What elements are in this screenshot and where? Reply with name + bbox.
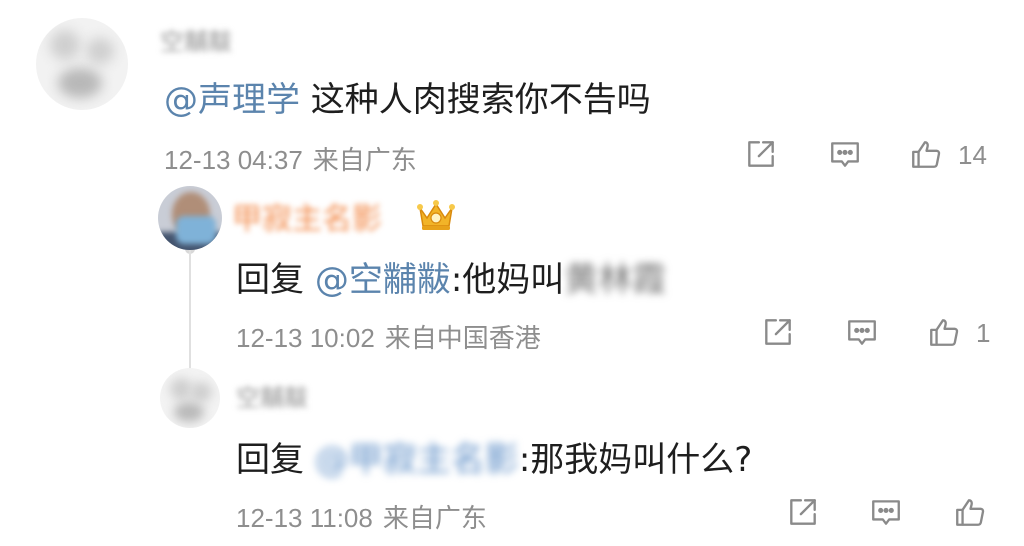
avatar[interactable] — [36, 18, 128, 110]
comment-text: @声理学 这种人肉搜索你不告吗 — [164, 72, 651, 121]
share-icon[interactable] — [758, 312, 798, 352]
mention-link[interactable]: @甲寂主名影 — [315, 432, 519, 481]
blurred-name: 黄林霞 — [564, 260, 667, 300]
reply-meta: 12-13 10:02 来自中国香港 — [236, 318, 541, 355]
location: 来自广东 — [382, 504, 487, 534]
timestamp: 12-13 10:02 — [236, 323, 375, 353]
reply-body: :他妈叫 — [450, 260, 565, 300]
share-icon[interactable] — [741, 134, 781, 174]
comment-body: 这种人肉搜索你不告吗 — [300, 80, 651, 120]
comment-icon[interactable] — [842, 312, 882, 352]
like-button[interactable] — [924, 312, 964, 352]
thread-line — [189, 248, 191, 376]
timestamp: 12-13 04:37 — [164, 145, 303, 175]
avatar[interactable] — [158, 186, 222, 250]
reply-text: 回复 @空黼黻:他妈叫黄林霞 — [236, 252, 666, 301]
timestamp: 12-13 11:08 — [236, 503, 373, 533]
comment-icon[interactable] — [866, 492, 906, 532]
reply-prefix: 回复 — [236, 260, 315, 300]
like-button[interactable] — [950, 492, 990, 532]
reply-prefix: 回复 — [236, 440, 315, 480]
mention-link[interactable]: @声理学 — [164, 80, 300, 120]
reply-text: 回复 @甲寂主名影:那我妈叫什么? — [236, 432, 752, 481]
share-icon[interactable] — [783, 492, 823, 532]
like-count: 14 — [958, 140, 987, 170]
thumbs-up-icon — [930, 319, 959, 346]
location: 来自中国香港 — [384, 324, 541, 354]
reply-body: :那我妈叫什么? — [518, 440, 753, 480]
location: 来自广东 — [312, 146, 417, 176]
like-count: 1 — [976, 318, 991, 348]
crown-vip-icon — [414, 196, 458, 232]
thumbs-up-icon — [912, 141, 941, 168]
comment-icon[interactable] — [825, 134, 865, 174]
username[interactable]: 甲寂主名影 — [232, 194, 382, 238]
comment-meta: 12-13 04:37 来自广东 — [164, 140, 417, 177]
username[interactable]: 空黼黻 — [160, 22, 232, 57]
avatar[interactable] — [160, 368, 220, 428]
username[interactable]: 空黼黻 — [236, 378, 308, 413]
reply-meta: 12-13 11:08 来自广东 — [236, 498, 487, 535]
mention-link[interactable]: @空黼黻 — [315, 260, 451, 300]
like-button[interactable] — [906, 134, 946, 174]
thumbs-up-icon — [956, 499, 985, 526]
